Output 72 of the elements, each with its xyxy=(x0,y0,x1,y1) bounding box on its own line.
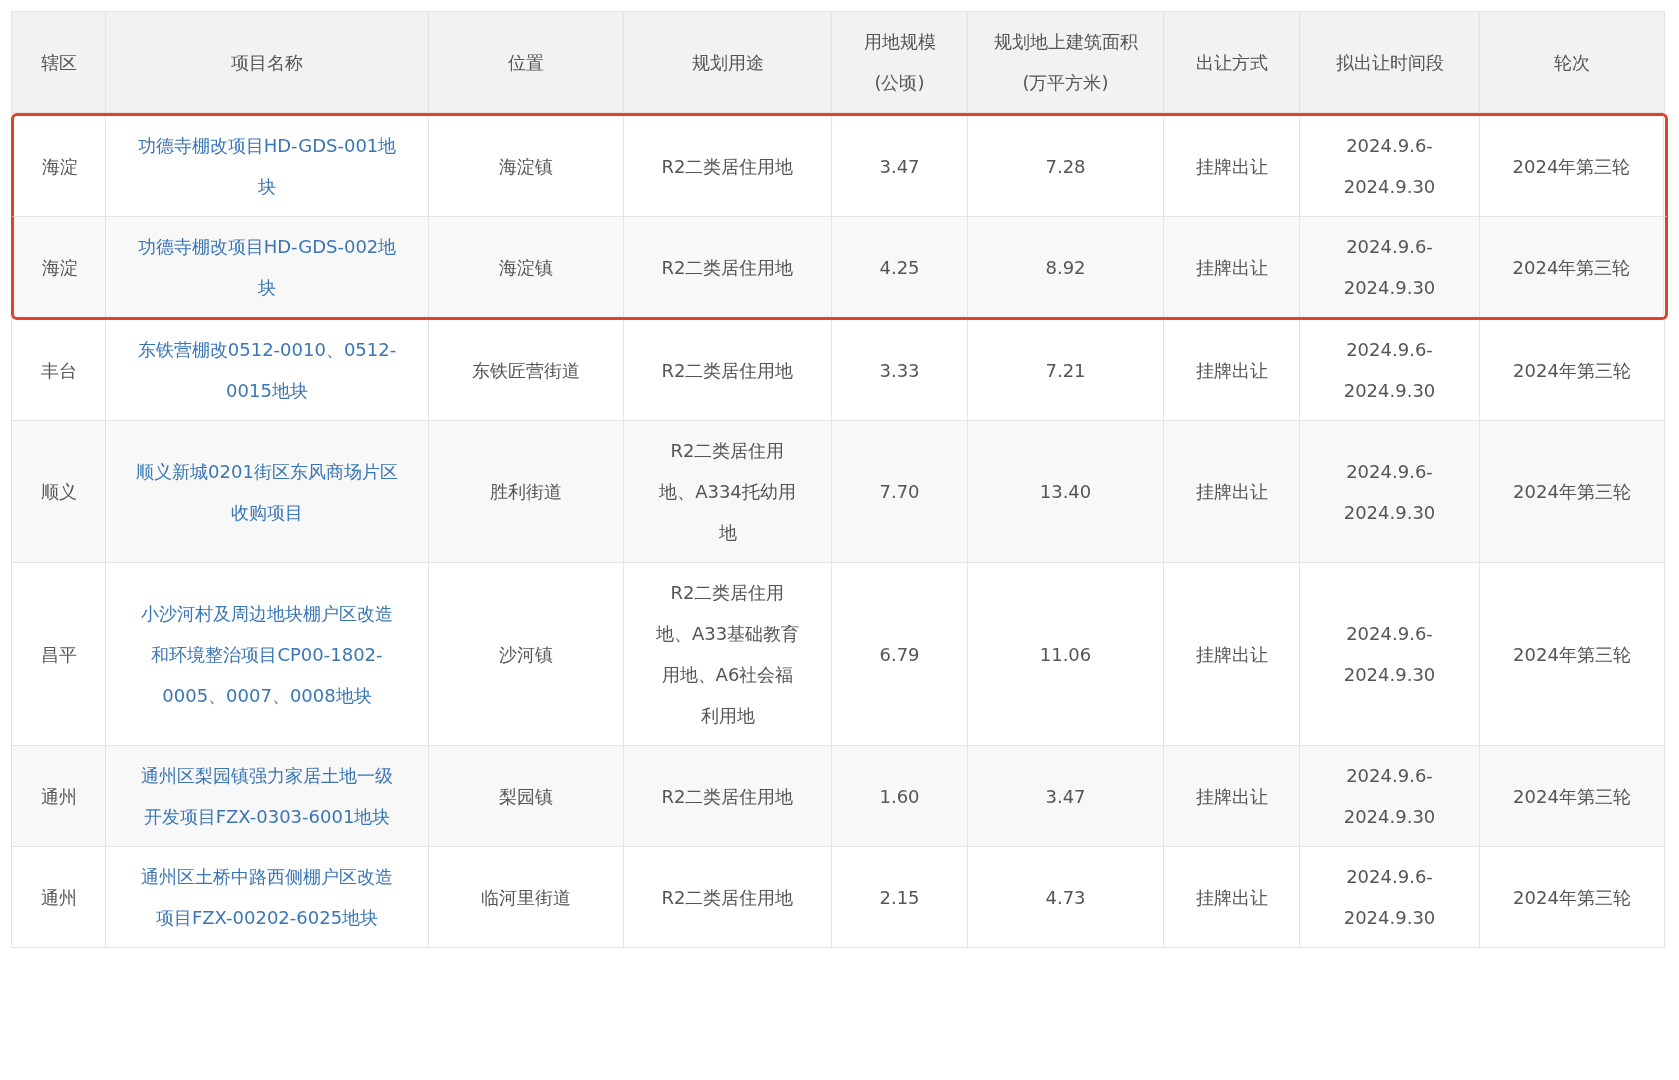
project-link[interactable]: 顺义新城0201街区东风商场片区收购项目 xyxy=(136,450,398,533)
table-cell-text: 3.33 xyxy=(879,358,920,383)
column-header: 拟出让时间段 xyxy=(1335,50,1444,75)
table-cell-text: 4.73 xyxy=(1045,885,1086,910)
table-cell-text: 2024.9.6-2024.9.30 xyxy=(1342,235,1437,300)
table-cell-text: 13.40 xyxy=(1039,480,1092,504)
table-cell-text: 梨园镇 xyxy=(499,784,553,809)
table-cell-text: R2二类居住用地、A334托幼用地 xyxy=(658,439,797,545)
table-cell-text: 4.25 xyxy=(879,255,920,280)
column-header: 轮次 xyxy=(1554,50,1590,75)
table-cell-text: 2024年第三轮 xyxy=(1513,480,1631,504)
table-cell-text: 挂牌出让 xyxy=(1195,885,1268,910)
table-cell-text: 昌平 xyxy=(40,642,77,667)
table-cell-text: R2二类居住用地 xyxy=(661,358,794,383)
table-cell-text: 7.21 xyxy=(1045,358,1086,383)
table-cell-text: 2024年第三轮 xyxy=(1513,784,1631,809)
table-cell-text: 海淀 xyxy=(41,255,78,280)
table-cell-text: 2024年第三轮 xyxy=(1513,358,1631,383)
column-header: 辖区 xyxy=(40,50,77,75)
table-cell-text: 丰台 xyxy=(40,358,77,383)
table-cell-text: 2024年第三轮 xyxy=(1512,255,1631,280)
table-cell-text: 2.15 xyxy=(879,885,920,910)
table-cell-text: 7.70 xyxy=(879,480,920,504)
table-cell-text: 8.92 xyxy=(1045,255,1086,280)
table-cell-text: 2024.9.6-2024.9.30 xyxy=(1342,764,1437,829)
project-link[interactable]: 通州区土桥中路西侧棚户区改造项目FZX-00202-6025地块 xyxy=(136,856,398,938)
table-cell-text: R2二类居住用地 xyxy=(661,784,794,809)
table-cell-text: 2024年第三轮 xyxy=(1513,885,1631,910)
project-link[interactable]: 功德寺棚改项目HD-GDS-002地块 xyxy=(136,226,398,308)
table-cell-text: 通州 xyxy=(40,784,77,809)
table-cell-text: 6.79 xyxy=(879,642,920,667)
project-link[interactable]: 东铁营棚改0512-0010、0512-0015地块 xyxy=(136,329,398,411)
table-cell-text: 挂牌出让 xyxy=(1195,480,1268,504)
table-cell-text: 顺义 xyxy=(40,480,77,504)
table-cell-text: 海淀镇 xyxy=(499,255,553,280)
table-cell-text: 沙河镇 xyxy=(499,642,553,667)
table-cell-text: 2024.9.6-2024.9.30 xyxy=(1342,338,1437,403)
table-cell-text: 东铁匠营街道 xyxy=(472,358,580,383)
table-cell-text: 2024年第三轮 xyxy=(1512,154,1631,179)
column-header: 用地规模(公顷) xyxy=(862,30,937,95)
table-cell-text: 3.47 xyxy=(1045,784,1086,809)
table-cell-text: 海淀 xyxy=(41,154,78,179)
table-cell-text: 2024.9.6-2024.9.30 xyxy=(1342,134,1437,199)
table-cell-text: 2024年第三轮 xyxy=(1513,642,1631,667)
table-cell-text: R2二类居住用地、A33基础教育用地、A6社会福利用地 xyxy=(654,581,801,728)
project-link[interactable]: 小沙河村及周边地块棚户区改造和环境整治项目CP00-1802-0005、0007、0008地块 xyxy=(136,592,398,716)
column-header: 出让方式 xyxy=(1195,50,1268,75)
table-cell-text: 胜利街道 xyxy=(490,480,562,504)
table-cell-text: 临河里街道 xyxy=(481,885,571,910)
column-header: 项目名称 xyxy=(231,50,303,75)
table-cell-text: 挂牌出让 xyxy=(1195,358,1268,383)
project-link[interactable]: 通州区梨园镇强力家居土地一级开发项目FZX-0303-6001地块 xyxy=(136,755,398,837)
table-cell-text: 2024.9.6-2024.9.30 xyxy=(1342,622,1437,687)
table-cell-text: 7.28 xyxy=(1045,154,1086,179)
project-link[interactable]: 功德寺棚改项目HD-GDS-001地块 xyxy=(136,125,398,207)
table-cell-text: 挂牌出让 xyxy=(1195,255,1268,280)
table-cell-text: R2二类居住用地 xyxy=(661,154,794,179)
table-cell-text: 通州 xyxy=(40,885,77,910)
table-cell-text: 3.47 xyxy=(879,154,920,179)
column-header: 规划用途 xyxy=(691,50,764,75)
table-cell-text: R2二类居住用地 xyxy=(661,885,794,910)
column-header: 位置 xyxy=(508,50,544,75)
table-cell-text: 1.60 xyxy=(879,784,920,809)
column-header: 规划地上建筑面积(万平方米) xyxy=(992,30,1139,95)
table-cell-text: R2二类居住用地 xyxy=(661,255,794,280)
table-cell-text: 11.06 xyxy=(1039,642,1092,667)
table-cell-text: 2024.9.6-2024.9.30 xyxy=(1342,865,1437,930)
table-cell-text: 2024.9.6-2024.9.30 xyxy=(1342,459,1437,525)
table-cell-text: 挂牌出让 xyxy=(1195,784,1268,809)
table-cell-text: 海淀镇 xyxy=(499,154,553,179)
table-cell-text: 挂牌出让 xyxy=(1195,154,1268,179)
table-cell-text: 挂牌出让 xyxy=(1195,642,1268,667)
